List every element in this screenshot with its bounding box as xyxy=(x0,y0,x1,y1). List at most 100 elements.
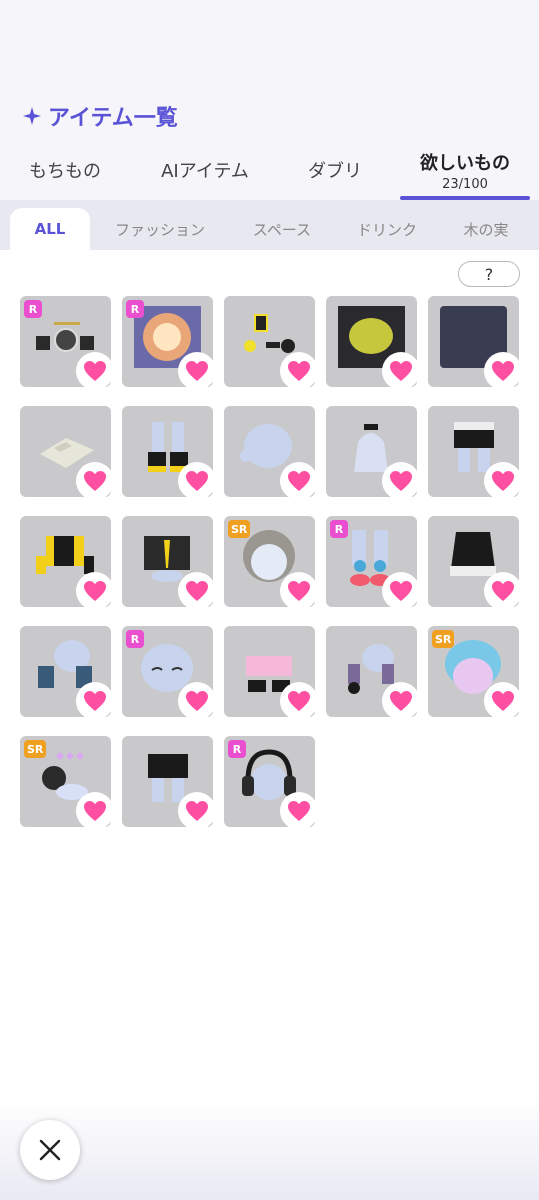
favorite-heart-button[interactable] xyxy=(382,462,420,500)
heart-icon xyxy=(84,471,106,491)
tab-ai-items[interactable]: AIアイテム xyxy=(140,140,270,200)
category-tab-label: ALL xyxy=(34,220,66,238)
close-icon xyxy=(39,1139,61,1161)
wishlist-item-card[interactable] xyxy=(224,406,318,500)
wishlist-item-card[interactable] xyxy=(326,296,420,390)
page-title-text: アイテム一覧 xyxy=(48,106,178,131)
favorite-heart-button[interactable] xyxy=(76,792,114,830)
wishlist-item-card[interactable] xyxy=(326,406,420,500)
rarity-badge: SR xyxy=(24,740,47,758)
favorite-heart-button[interactable] xyxy=(484,462,522,500)
heart-icon xyxy=(186,361,208,381)
tab-duplicates[interactable]: ダブリ xyxy=(290,140,380,200)
wishlist-count: 23/100 xyxy=(442,176,488,192)
heart-icon xyxy=(288,581,310,601)
favorite-heart-button[interactable] xyxy=(76,462,114,500)
wishlist-item-card[interactable]: SR xyxy=(428,626,522,720)
item-grid: R R SR R R SR SR R xyxy=(20,296,522,830)
wishlist-item-card[interactable] xyxy=(20,406,114,500)
heart-icon xyxy=(84,361,106,381)
sparkle-icon xyxy=(23,107,41,125)
category-tab-label: スペース xyxy=(252,220,312,239)
wishlist-item-card[interactable]: SR xyxy=(20,736,114,830)
rarity-badge: R xyxy=(330,520,348,538)
favorite-heart-button[interactable] xyxy=(76,572,114,610)
help-label: ? xyxy=(484,264,494,284)
wishlist-item-card[interactable] xyxy=(224,296,318,390)
favorite-heart-button[interactable] xyxy=(484,352,522,390)
heart-icon xyxy=(492,691,514,711)
help-button[interactable]: ? xyxy=(458,261,520,287)
favorite-heart-button[interactable] xyxy=(178,462,216,500)
rarity-badge: SR xyxy=(228,520,251,538)
heart-icon xyxy=(186,471,208,491)
bottom-bar xyxy=(0,1100,539,1200)
favorite-heart-button[interactable] xyxy=(280,572,318,610)
wishlist-item-card[interactable] xyxy=(326,626,420,720)
favorite-heart-button[interactable] xyxy=(178,572,216,610)
wishlist-item-card[interactable] xyxy=(428,406,522,500)
favorite-heart-button[interactable] xyxy=(76,682,114,720)
close-button[interactable] xyxy=(20,1120,80,1180)
main-tabs: もちもの AIアイテム ダブリ 欲しいもの 23/100 xyxy=(0,140,539,200)
heart-icon xyxy=(288,801,310,821)
heart-icon xyxy=(84,691,106,711)
heart-icon xyxy=(390,471,412,491)
favorite-heart-button[interactable] xyxy=(178,682,216,720)
heart-icon xyxy=(492,581,514,601)
category-tab-label: ドリンク xyxy=(356,220,417,239)
category-tabs: ALL ファッション スペース ドリンク 木の実 xyxy=(0,200,539,250)
heart-icon xyxy=(288,691,310,711)
category-tab-drink[interactable]: ドリンク xyxy=(344,208,430,250)
wishlist-item-card[interactable] xyxy=(20,626,114,720)
wishlist-item-card[interactable] xyxy=(122,406,216,500)
heart-icon xyxy=(84,581,106,601)
category-tab-all[interactable]: ALL xyxy=(10,208,90,250)
favorite-heart-button[interactable] xyxy=(280,352,318,390)
heart-icon xyxy=(288,361,310,381)
rarity-badge: R xyxy=(228,740,246,758)
wishlist-item-card[interactable]: R xyxy=(20,296,114,390)
wishlist-item-card[interactable]: R xyxy=(326,516,420,610)
favorite-heart-button[interactable] xyxy=(484,682,522,720)
rarity-badge: R xyxy=(24,300,42,318)
tab-wishlist[interactable]: 欲しいもの 23/100 xyxy=(400,140,530,200)
favorite-heart-button[interactable] xyxy=(76,352,114,390)
wishlist-item-card[interactable] xyxy=(428,296,522,390)
wishlist-item-card[interactable]: SR xyxy=(224,516,318,610)
favorite-heart-button[interactable] xyxy=(382,682,420,720)
wishlist-item-card[interactable] xyxy=(122,736,216,830)
favorite-heart-button[interactable] xyxy=(484,572,522,610)
wishlist-item-card[interactable]: R xyxy=(122,626,216,720)
wishlist-item-card[interactable] xyxy=(20,516,114,610)
heart-icon xyxy=(390,361,412,381)
tab-label: AIアイテム xyxy=(161,161,249,182)
heart-icon xyxy=(492,471,514,491)
favorite-heart-button[interactable] xyxy=(280,682,318,720)
heart-icon xyxy=(84,801,106,821)
favorite-heart-button[interactable] xyxy=(382,572,420,610)
tab-label: ダブリ xyxy=(308,161,362,182)
favorite-heart-button[interactable] xyxy=(280,792,318,830)
wishlist-item-card[interactable] xyxy=(428,516,522,610)
tab-belongings[interactable]: もちもの xyxy=(10,140,120,200)
favorite-heart-button[interactable] xyxy=(178,792,216,830)
favorite-heart-button[interactable] xyxy=(178,352,216,390)
wishlist-item-card[interactable] xyxy=(122,516,216,610)
wishlist-item-card[interactable] xyxy=(224,626,318,720)
category-tab-fashion[interactable]: ファッション xyxy=(100,208,220,250)
category-tab-label: 木の実 xyxy=(463,220,509,239)
favorite-heart-button[interactable] xyxy=(382,352,420,390)
category-tab-nuts[interactable]: 木の実 xyxy=(446,208,526,250)
tab-label: もちもの xyxy=(29,161,101,182)
heart-icon xyxy=(186,581,208,601)
rarity-badge: SR xyxy=(432,630,455,648)
heart-icon xyxy=(186,801,208,821)
wishlist-item-card[interactable]: R xyxy=(122,296,216,390)
heart-icon xyxy=(492,361,514,381)
page-title: アイテム一覧 xyxy=(22,100,178,132)
wishlist-item-card[interactable]: R xyxy=(224,736,318,830)
category-tab-space[interactable]: スペース xyxy=(232,208,332,250)
rarity-badge: R xyxy=(126,630,144,648)
favorite-heart-button[interactable] xyxy=(280,462,318,500)
